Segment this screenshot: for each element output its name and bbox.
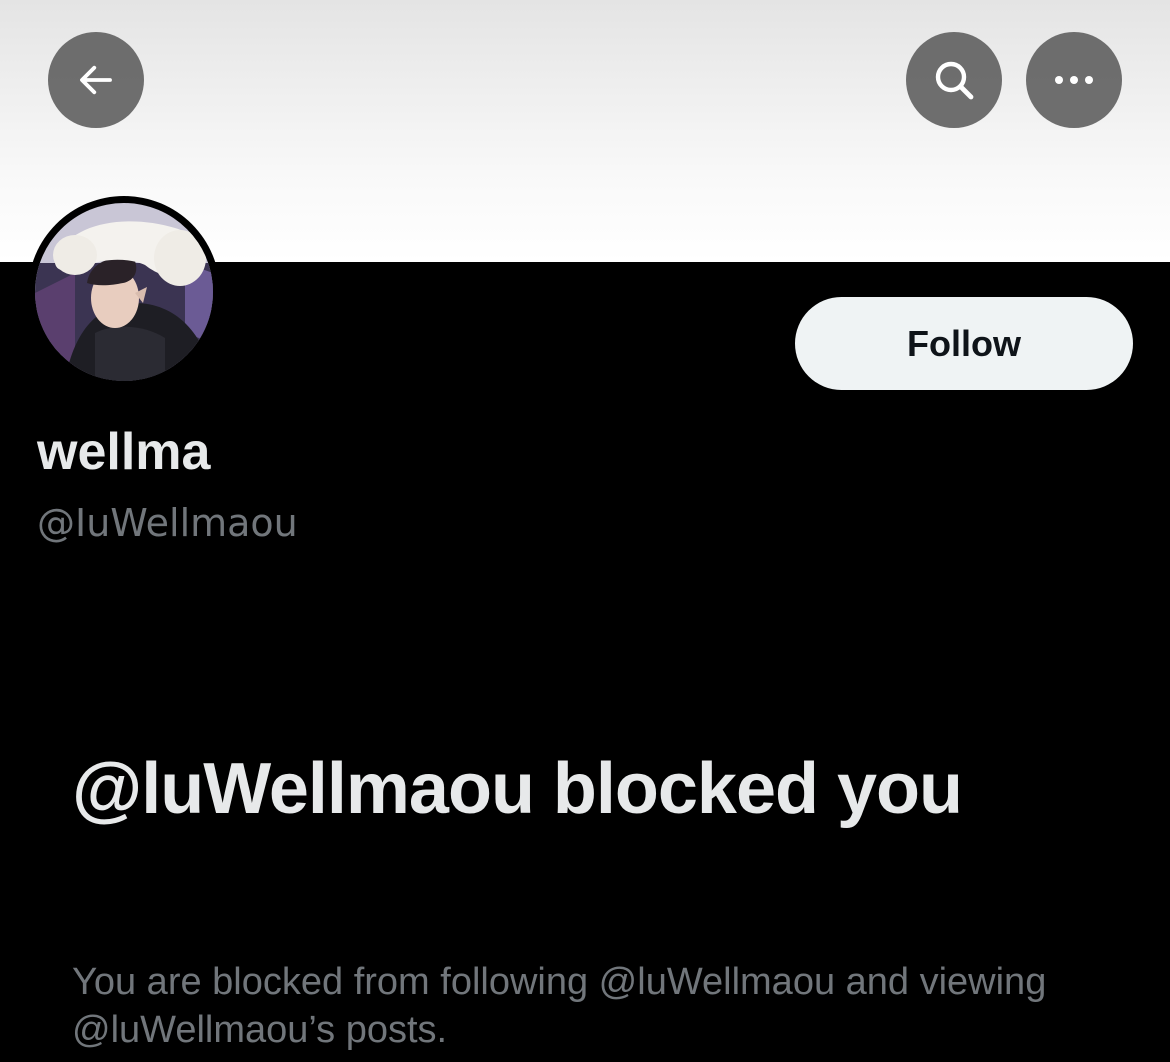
arrow-left-icon — [75, 59, 117, 101]
profile-page: Follow wellma @IuWellmaou @luWellmaou bl… — [0, 0, 1170, 1062]
avatar[interactable] — [28, 196, 220, 388]
search-button[interactable] — [906, 32, 1002, 128]
profile-handle: @IuWellmaou — [37, 501, 298, 545]
profile-display-name: wellma — [37, 423, 211, 481]
back-button[interactable] — [48, 32, 144, 128]
more-options-button[interactable] — [1026, 32, 1122, 128]
avatar-image — [35, 203, 213, 381]
more-horizontal-icon — [1052, 74, 1096, 86]
follow-button[interactable]: Follow — [795, 297, 1133, 390]
blocked-title: @luWellmaou blocked you — [72, 749, 963, 829]
blocked-description: You are blocked from following @luWellma… — [72, 961, 1047, 1051]
search-icon — [930, 56, 978, 104]
